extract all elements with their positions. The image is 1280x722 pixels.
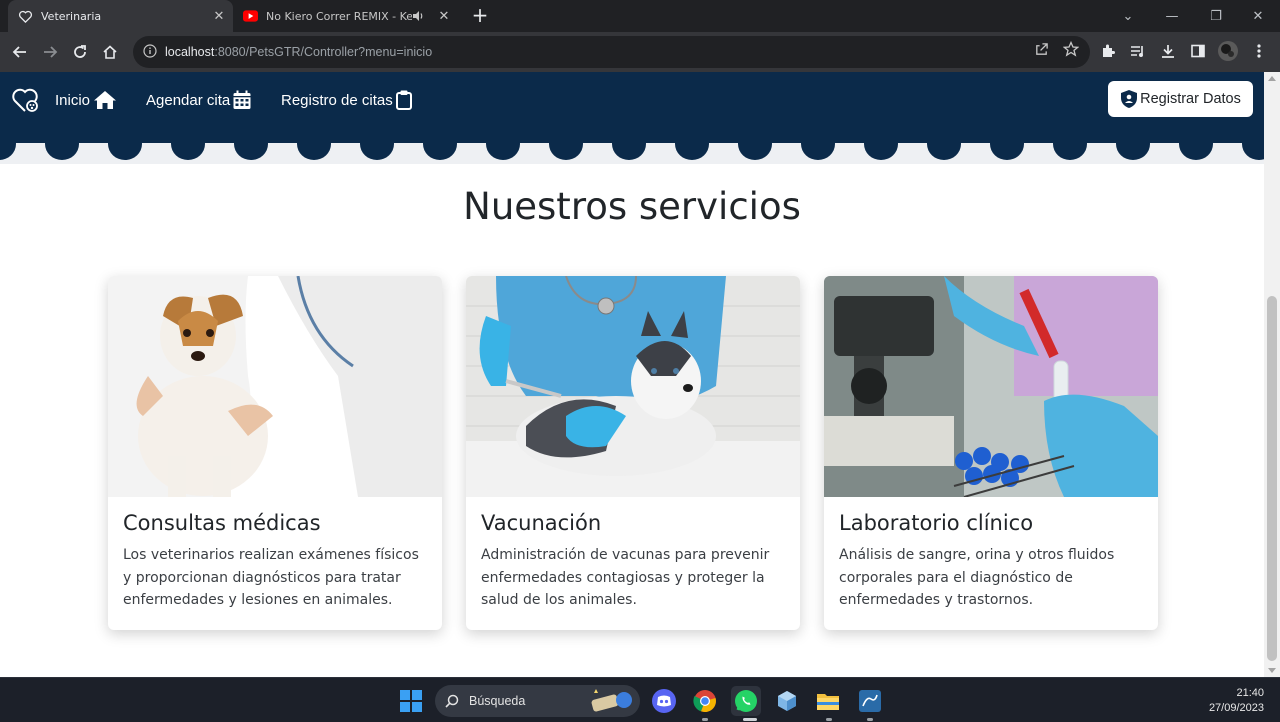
registrar-datos-button[interactable]: Registrar Datos bbox=[1108, 81, 1253, 117]
address-bar[interactable]: localhost:8080/PetsGTR/Controller?menu=i… bbox=[133, 36, 1090, 68]
tab-search-icon[interactable]: ⌄ bbox=[1106, 0, 1150, 32]
tab-youtube[interactable]: No Kiero Correr REMIX - Ke ✕ bbox=[233, 0, 458, 32]
youtube-icon bbox=[243, 9, 258, 24]
menu-kebab-icon[interactable] bbox=[1248, 40, 1270, 62]
nav-inicio[interactable]: Inicio bbox=[55, 88, 117, 112]
close-icon[interactable]: ✕ bbox=[434, 9, 454, 24]
system-clock[interactable]: 21:40 27/09/2023 bbox=[1209, 686, 1264, 716]
search-icon bbox=[445, 694, 459, 708]
nav-registro-label: Registro de citas bbox=[281, 91, 393, 109]
shield-icon bbox=[1121, 90, 1138, 108]
navbar-scalloped-edge bbox=[0, 142, 1264, 164]
home-icon bbox=[94, 91, 117, 109]
mysql-workbench-icon[interactable] bbox=[855, 686, 885, 716]
card-text: Administración de vacunas para prevenir … bbox=[481, 547, 770, 608]
media-queue-icon[interactable] bbox=[1127, 40, 1149, 62]
nav-registro-citas[interactable]: Registro de citas bbox=[281, 88, 412, 112]
minimize-button[interactable]: — bbox=[1150, 0, 1194, 32]
running-indicator bbox=[867, 718, 873, 721]
chrome-icon[interactable] bbox=[690, 686, 720, 716]
new-tab-button[interactable]: + bbox=[468, 4, 492, 28]
clock-time: 21:40 bbox=[1236, 687, 1264, 699]
back-icon[interactable] bbox=[6, 38, 34, 66]
tab-title: No Kiero Correr REMIX - Ke bbox=[266, 9, 412, 23]
download-icon[interactable] bbox=[1157, 40, 1179, 62]
app-cube-icon[interactable] bbox=[772, 686, 802, 716]
card-text: Análisis de sangre, orina y otros fluido… bbox=[839, 547, 1115, 608]
registrar-datos-label: Registrar Datos bbox=[1140, 91, 1241, 107]
restore-button[interactable]: ❐ bbox=[1194, 0, 1238, 32]
profile-avatar[interactable] bbox=[1217, 40, 1239, 62]
nav-inicio-label: Inicio bbox=[55, 91, 91, 109]
card-text: Los veterinarios realizan exámenes físic… bbox=[123, 547, 419, 608]
running-indicator bbox=[702, 718, 708, 721]
close-icon[interactable]: ✕ bbox=[209, 9, 229, 24]
brand-logo-icon[interactable] bbox=[11, 86, 41, 114]
calendar-icon bbox=[233, 90, 251, 109]
nav-agendar-label: Agendar cita bbox=[146, 91, 231, 109]
dog-with-vet-photo bbox=[108, 276, 442, 497]
scroll-thumb[interactable] bbox=[1267, 296, 1277, 661]
taskbar-search[interactable]: Búsqueda bbox=[435, 685, 640, 717]
info-icon[interactable] bbox=[143, 43, 157, 62]
url-text[interactable]: localhost:8080/PetsGTR/Controller?menu=i… bbox=[165, 45, 432, 59]
page-scrollbar[interactable] bbox=[1264, 72, 1280, 677]
share-icon[interactable] bbox=[1030, 38, 1052, 60]
scroll-up-arrow-icon[interactable] bbox=[1268, 76, 1276, 81]
reload-icon[interactable] bbox=[66, 38, 94, 66]
file-explorer-icon[interactable] bbox=[813, 686, 843, 716]
card-title: Vacunación bbox=[481, 511, 602, 535]
clock-date: 27/09/2023 bbox=[1208, 702, 1264, 714]
page-viewport: Inicio Agendar cita Registro de citas Re… bbox=[0, 72, 1264, 677]
card-title: Consultas médicas bbox=[123, 511, 321, 535]
search-placeholder: Búsqueda bbox=[469, 694, 526, 708]
service-card-laboratorio[interactable]: Laboratorio clínico Análisis de sangre, … bbox=[824, 276, 1158, 630]
window-close-button[interactable]: ✕ bbox=[1236, 0, 1280, 32]
search-highlight-icon bbox=[591, 689, 632, 712]
running-indicator bbox=[743, 718, 757, 721]
bookmark-star-icon[interactable] bbox=[1060, 38, 1082, 60]
browser-toolbar: localhost:8080/PetsGTR/Controller?menu=i… bbox=[0, 32, 1280, 72]
whatsapp-icon[interactable] bbox=[731, 686, 761, 716]
discord-icon[interactable] bbox=[649, 686, 679, 716]
lab-microscope-tubes-photo bbox=[824, 276, 1158, 497]
extensions-icon[interactable] bbox=[1097, 40, 1119, 62]
side-panel-icon[interactable] bbox=[1187, 40, 1209, 62]
browser-tabstrip: Veterinaria ✕ No Kiero Correr REMIX - Ke… bbox=[0, 0, 1280, 32]
clipboard-icon bbox=[395, 90, 412, 110]
scroll-down-arrow-icon[interactable] bbox=[1268, 668, 1276, 673]
speaker-icon[interactable] bbox=[412, 10, 428, 22]
service-card-consultas[interactable]: Consultas médicas Los veterinarios reali… bbox=[108, 276, 442, 630]
husky-puppy-vaccination-photo bbox=[466, 276, 800, 497]
card-title: Laboratorio clínico bbox=[839, 511, 1034, 535]
site-navbar: Inicio Agendar cita Registro de citas Re… bbox=[0, 72, 1264, 142]
tab-veterinaria[interactable]: Veterinaria ✕ bbox=[8, 0, 233, 32]
tab-title: Veterinaria bbox=[41, 9, 102, 23]
forward-icon[interactable] bbox=[36, 38, 64, 66]
service-card-vacunacion[interactable]: Vacunación Administración de vacunas par… bbox=[466, 276, 800, 630]
home-icon[interactable] bbox=[96, 38, 124, 66]
windows-start-icon[interactable] bbox=[396, 686, 426, 716]
paw-heart-icon bbox=[18, 9, 33, 24]
nav-agendar-cita[interactable]: Agendar cita bbox=[146, 88, 251, 112]
running-indicator bbox=[826, 718, 832, 721]
url-host: localhost bbox=[165, 45, 215, 59]
windows-taskbar: Búsqueda 21:40 27/09/2023 bbox=[0, 677, 1280, 722]
services-heading: Nuestros servicios bbox=[463, 185, 801, 228]
url-path: :8080/PetsGTR/Controller?menu=inicio bbox=[214, 45, 433, 59]
